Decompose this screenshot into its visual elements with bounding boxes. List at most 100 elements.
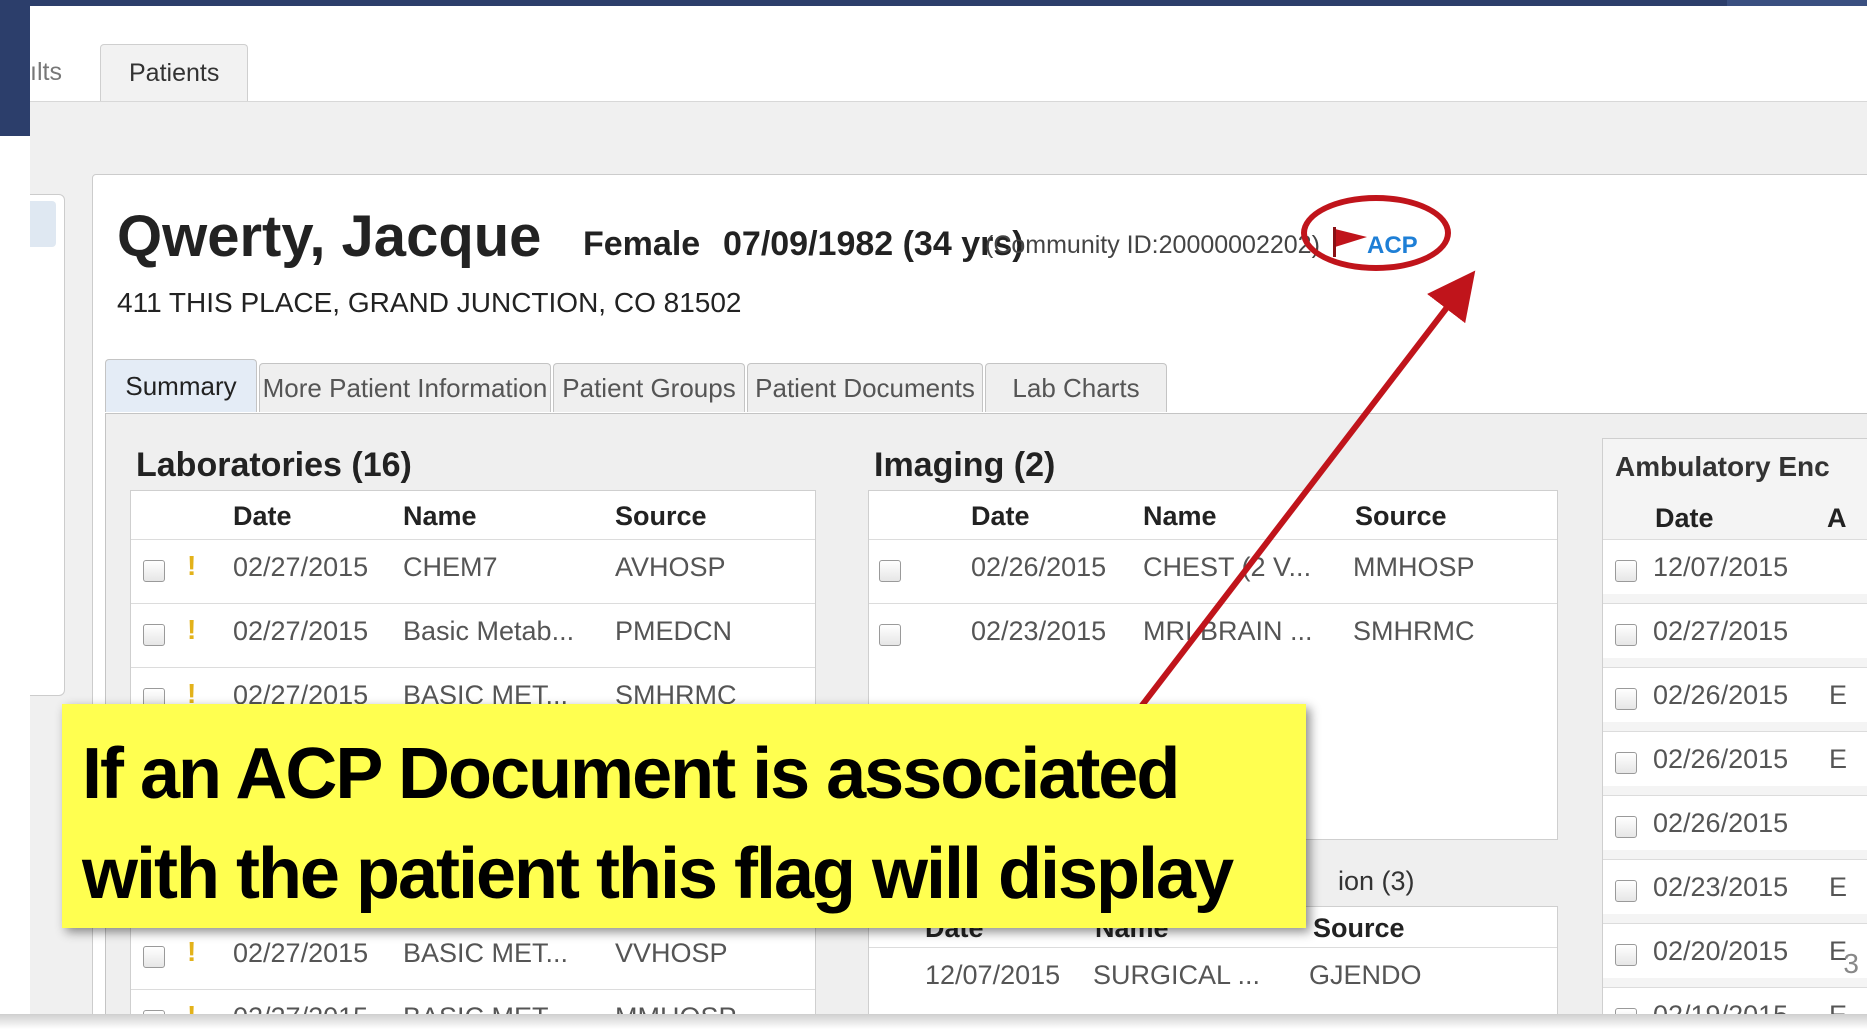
cell-source: AVHOSP xyxy=(615,552,726,582)
cell-source: MMHOSP xyxy=(615,1002,737,1014)
row-checkbox[interactable] xyxy=(879,560,901,582)
highlight-circle xyxy=(1301,195,1451,271)
row-checkbox[interactable] xyxy=(879,624,901,646)
table-row[interactable]: ! 02/27/2015 Basic Metab... PMEDCN xyxy=(131,603,815,658)
cell-date: 02/26/2015 xyxy=(1653,744,1789,774)
row-checkbox[interactable] xyxy=(143,624,165,646)
row-checkbox[interactable] xyxy=(1615,752,1637,774)
ambulatory-title: Ambulatory Enc xyxy=(1615,451,1830,482)
slide-left-margin xyxy=(0,136,30,1029)
amb-col-a[interactable]: A xyxy=(1827,503,1847,534)
cell-date: 02/26/2015 xyxy=(971,552,1107,582)
table-row[interactable]: 02/23/2015 E xyxy=(1603,859,1867,914)
tab-summary[interactable]: Summary xyxy=(105,359,257,412)
table-row[interactable]: ! 02/27/2015 CHEM7 AVHOSP xyxy=(131,539,815,594)
table-row[interactable]: ! 02/27/2015 BASIC MET... MMHOSP xyxy=(131,989,815,1014)
table-row[interactable]: 02/27/2015 xyxy=(1603,603,1867,658)
cell-date: 02/27/2015 xyxy=(233,938,369,968)
table-row[interactable]: 02/23/2015 MRI BRAIN ... SMHRMC xyxy=(869,603,1557,658)
page-number: 3 xyxy=(1843,948,1859,979)
patient-sex: Female xyxy=(583,225,701,263)
cell-name: CHEST (2 V... xyxy=(1143,552,1312,582)
left-side-panel xyxy=(30,194,65,696)
row-checkbox[interactable] xyxy=(1615,880,1637,902)
table-row[interactable]: 02/20/2015 E xyxy=(1603,923,1867,978)
left-panel-header[interactable] xyxy=(30,201,56,247)
warning-icon: ! xyxy=(187,1000,196,1014)
cell-extra: E xyxy=(1829,1000,1847,1014)
table-row[interactable]: ! 02/27/2015 BASIC MET... VVHOSP xyxy=(131,925,815,980)
cell-source: GJENDO xyxy=(1309,960,1422,990)
row-checkbox[interactable] xyxy=(143,946,165,968)
pathology-col-source[interactable]: Source xyxy=(1313,913,1405,944)
row-checkbox[interactable] xyxy=(1615,688,1637,710)
table-row[interactable]: 02/26/2015 E xyxy=(1603,731,1867,786)
callout-box: If an ACP Document is associated with th… xyxy=(62,704,1306,928)
imaging-col-name[interactable]: Name xyxy=(1143,501,1217,532)
row-checkbox[interactable] xyxy=(143,560,165,582)
ambulatory-panel: Ambulatory Enc Date A 12/07/2015 02/27/2… xyxy=(1602,438,1867,1014)
row-checkbox[interactable] xyxy=(1615,624,1637,646)
patient-name: Qwerty, Jacque xyxy=(117,204,542,269)
tab-more-patient-information[interactable]: More Patient Information xyxy=(259,363,551,412)
cell-extra: E xyxy=(1829,680,1848,710)
lab-col-name[interactable]: Name xyxy=(403,501,477,532)
cell-extra: E xyxy=(1829,744,1848,774)
cell-date: 02/23/2015 xyxy=(971,616,1107,646)
cell-date: 02/20/2015 xyxy=(1653,936,1789,966)
cell-name: SURGICAL ... xyxy=(1093,960,1261,990)
cell-date: 02/26/2015 xyxy=(1653,808,1789,838)
row-checkbox[interactable] xyxy=(1615,944,1637,966)
cell-date: 12/07/2015 xyxy=(925,960,1061,990)
cell-date: 12/07/2015 xyxy=(1653,552,1789,582)
slide-left-strip xyxy=(0,6,30,136)
cell-date: 02/26/2015 xyxy=(1653,680,1789,710)
imaging-title: Imaging (2) xyxy=(874,446,1056,484)
table-row[interactable]: 02/26/2015 E xyxy=(1603,667,1867,722)
amb-col-date[interactable]: Date xyxy=(1655,503,1714,534)
tab-patients[interactable]: Patients xyxy=(100,44,249,101)
cell-name: BASIC MET... xyxy=(403,1002,568,1014)
patient-address: 411 THIS PLACE, GRAND JUNCTION, CO 81502 xyxy=(117,287,742,318)
cell-source: SMHRMC xyxy=(1353,616,1475,646)
table-row[interactable]: 02/26/2015 CHEST (2 V... MMHOSP xyxy=(869,539,1557,594)
cell-date: 02/27/2015 xyxy=(1653,616,1789,646)
warning-icon: ! xyxy=(187,936,197,967)
cell-name: BASIC MET... xyxy=(403,938,569,968)
cell-date: 02/27/2015 xyxy=(233,1002,368,1014)
tab-lab-charts[interactable]: Lab Charts xyxy=(985,363,1167,412)
imaging-col-date[interactable]: Date xyxy=(971,501,1030,532)
cell-date: 02/27/2015 xyxy=(233,616,369,646)
cell-name: Basic Metab... xyxy=(403,616,575,646)
cell-name: CHEM7 xyxy=(403,552,498,582)
presentation-slide: ılts Patients Qwerty, Jacque Female 07/0… xyxy=(0,0,1867,1029)
table-row[interactable]: 12/07/2015 xyxy=(1603,539,1867,594)
cell-date: 02/19/2015 xyxy=(1653,1000,1788,1014)
table-row[interactable]: 12/07/2015 SURGICAL ... GJENDO xyxy=(869,947,1557,1002)
imaging-col-source[interactable]: Source xyxy=(1355,501,1447,532)
cell-source: VVHOSP xyxy=(615,938,728,968)
cell-source: PMEDCN xyxy=(615,616,733,646)
patient-dob-age: 07/09/1982 (34 yrs) xyxy=(723,225,1024,263)
callout-text: If an ACP Document is associated with th… xyxy=(82,734,1234,914)
patient-community-id: (Community ID:20000002202) xyxy=(985,231,1320,259)
laboratories-title: Laboratories (16) xyxy=(136,446,412,484)
row-checkbox[interactable] xyxy=(1615,560,1637,582)
table-row[interactable]: 02/26/2015 xyxy=(1603,795,1867,850)
cell-date: 02/27/2015 xyxy=(233,552,369,582)
warning-icon: ! xyxy=(187,614,197,645)
tab-patient-documents[interactable]: Patient Documents xyxy=(747,363,983,412)
lab-col-date[interactable]: Date xyxy=(233,501,292,532)
cell-name: MRI BRAIN ... xyxy=(1143,616,1313,646)
tab-results[interactable]: ılts xyxy=(30,44,100,100)
pathology-title: ion (3) xyxy=(1338,866,1415,896)
slide-bottom-shadow xyxy=(0,1014,1867,1029)
cell-extra: E xyxy=(1829,872,1848,902)
top-tab-strip: ılts Patients xyxy=(30,6,1867,102)
cell-date: 02/23/2015 xyxy=(1653,872,1789,902)
row-checkbox[interactable] xyxy=(1615,816,1637,838)
tab-patient-groups[interactable]: Patient Groups xyxy=(553,363,745,412)
table-row[interactable]: 02/19/2015 E xyxy=(1603,987,1867,1014)
cell-source: MMHOSP xyxy=(1353,552,1475,582)
lab-col-source[interactable]: Source xyxy=(615,501,707,532)
